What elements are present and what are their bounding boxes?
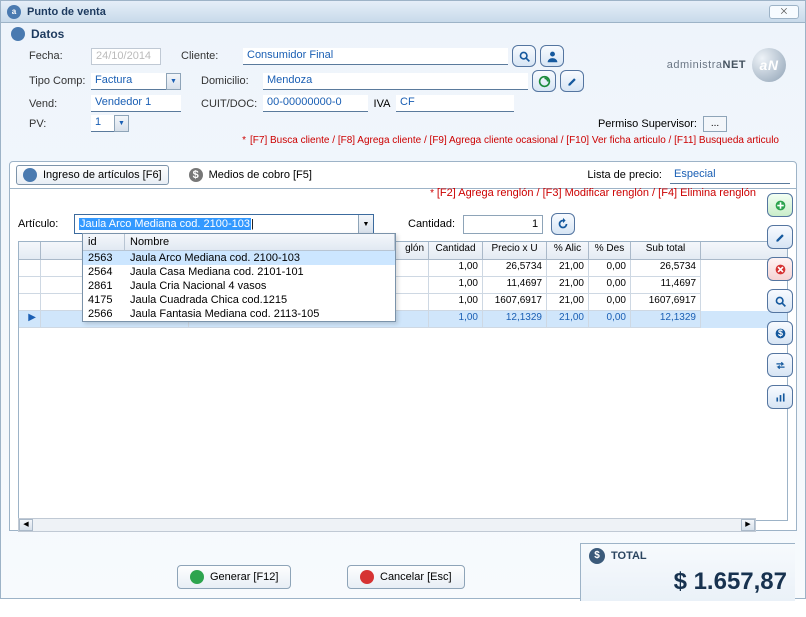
transfer-button[interactable] (767, 353, 793, 377)
pv-label: PV: (29, 118, 91, 130)
renglon-hint: * [F2] Agrega renglón / [F3] Modificar r… (430, 187, 756, 199)
dollar-icon: $ (189, 168, 203, 182)
cuit-field[interactable]: 00-00000000-0 (263, 95, 368, 112)
close-icon (360, 570, 374, 584)
lista-label: Lista de precio: (587, 169, 662, 181)
chevron-down-icon: ▼ (166, 73, 181, 90)
cliente-field[interactable]: Consumidor Final (243, 48, 508, 65)
dropdown-col-id: id (83, 234, 125, 250)
fecha-label: Fecha: (29, 50, 91, 62)
cuit-label: CUIT/DOC: (201, 98, 263, 110)
scroll-right-button[interactable]: ▶ (741, 519, 755, 531)
tipo-label: Tipo Comp: (29, 75, 91, 87)
dropdown-row[interactable]: 2566Jaula Fantasia Mediana cod. 2113-105 (83, 307, 395, 321)
cancelar-button[interactable]: Cancelar [Esc] (347, 565, 465, 589)
stats-button[interactable] (767, 385, 793, 409)
delete-row-button[interactable] (767, 257, 793, 281)
cantidad-label: Cantidad: (408, 218, 455, 230)
chevron-down-icon: ▼ (114, 115, 129, 132)
edit-client-button[interactable] (560, 70, 584, 92)
fecha-field[interactable]: 24/10/2014 (91, 48, 161, 65)
cantidad-input[interactable] (463, 215, 543, 234)
add-row-button[interactable] (767, 193, 793, 217)
edit-row-button[interactable] (767, 225, 793, 249)
cliente-label: Cliente: (181, 50, 243, 62)
window-title: Punto de venta (27, 6, 106, 18)
search-client-button[interactable] (512, 45, 536, 67)
dropdown-row[interactable]: 2563Jaula Arco Mediana cod. 2100-103 (83, 251, 395, 265)
iva-field[interactable]: CF (396, 95, 514, 112)
total-box: $TOTAL $ 1.657,87 (580, 543, 795, 601)
check-icon (190, 570, 204, 584)
dropdown-row[interactable]: 4175Jaula Cuadrada Chica cod.1215 (83, 293, 395, 307)
generar-button[interactable]: Generar [F12] (177, 565, 291, 589)
search-row-button[interactable] (767, 289, 793, 313)
datos-label: Datos (31, 27, 64, 41)
permiso-label: Permiso Supervisor: (598, 118, 697, 130)
titlebar: a Punto de venta ⨉ (1, 1, 805, 23)
tabs: Ingreso de artículos [F6] $Medios de cob… (9, 161, 797, 189)
vend-field[interactable]: Vendedor 1 (91, 95, 181, 112)
app-icon: a (7, 5, 21, 19)
refresh-button[interactable] (551, 213, 575, 235)
domicilio-field[interactable]: Mendoza (263, 73, 528, 90)
vend-label: Vend: (29, 98, 91, 110)
chevron-down-icon[interactable]: ▼ (358, 215, 373, 233)
dollar-icon: $ (589, 548, 605, 564)
price-button[interactable]: $ (767, 321, 793, 345)
iva-label: IVA (368, 98, 396, 110)
shortcuts-hint: [F7] Busca cliente / [F8] Agrega cliente… (250, 135, 779, 146)
tab-cobro[interactable]: $Medios de cobro [F5] (183, 166, 318, 184)
scroll-left-button[interactable]: ◀ (19, 519, 33, 531)
articulo-combo[interactable]: Jaula Arco Mediana cod. 2100-103| ▼ (74, 214, 374, 234)
horizontal-scrollbar[interactable]: ◀ ▶ (18, 518, 756, 532)
lista-field[interactable]: Especial (670, 167, 790, 184)
permiso-button[interactable]: ... (703, 116, 727, 132)
tab-icon (23, 168, 37, 182)
tab-ingreso[interactable]: Ingreso de artículos [F6] (16, 165, 169, 185)
add-client-button[interactable] (540, 45, 564, 67)
dropdown-col-nombre: Nombre (125, 234, 395, 250)
pv-combo[interactable]: 1▼ (91, 115, 129, 132)
datos-header: Datos (1, 23, 805, 43)
dropdown-row[interactable]: 2564Jaula Casa Mediana cod. 2101-101 (83, 265, 395, 279)
casual-client-button[interactable] (532, 70, 556, 92)
articulo-dropdown[interactable]: id Nombre 2563Jaula Arco Mediana cod. 21… (82, 233, 396, 322)
articulo-label: Artículo: (18, 218, 66, 230)
total-value: $ 1.657,87 (589, 568, 787, 596)
close-button[interactable]: ⨉ (769, 5, 799, 19)
tipo-combo[interactable]: Factura▼ (91, 73, 181, 90)
brand-logo: administraNET aN (667, 48, 786, 82)
section-icon (11, 27, 25, 41)
svg-text:$: $ (778, 327, 783, 337)
domicilio-label: Domicilio: (201, 75, 263, 87)
dropdown-row[interactable]: 2861Jaula Cria Nacional 4 vasos (83, 279, 395, 293)
